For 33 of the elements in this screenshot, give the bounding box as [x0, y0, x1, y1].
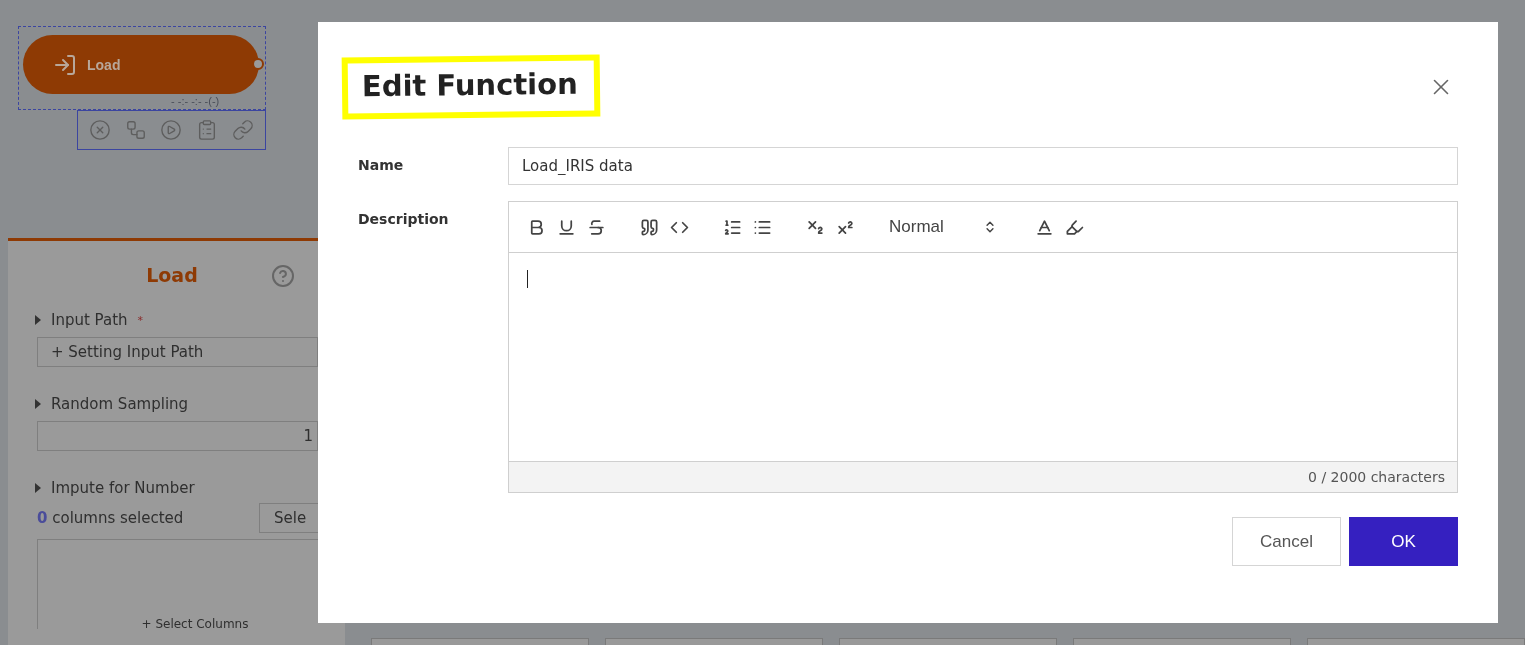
select-columns-button[interactable]: + Select Columns: [141, 618, 249, 631]
selected-count: 0 columns selected: [37, 509, 184, 527]
description-editor[interactable]: Normal 0 / 2000 characters: [508, 201, 1458, 493]
setting-button[interactable]: + Setting Input Path: [37, 337, 318, 367]
background-color-button[interactable]: [1065, 217, 1084, 237]
strikethrough-button[interactable]: [587, 217, 606, 237]
name-field[interactable]: Load_IRIS data: [508, 147, 1458, 185]
output-port[interactable]: [252, 58, 264, 70]
caret-icon[interactable]: [35, 399, 41, 409]
required-mark: *: [137, 313, 144, 327]
import-icon: [53, 52, 77, 77]
caret-icon[interactable]: [35, 483, 41, 493]
node-label: Load: [87, 56, 121, 73]
node-status: - -:- -:- -(-): [171, 95, 220, 107]
text-cursor: [527, 270, 528, 288]
field-label: Description: [358, 210, 450, 229]
quote-button[interactable]: [640, 217, 659, 237]
section-label: Random Sampling: [51, 395, 189, 413]
format-select[interactable]: Normal: [889, 217, 997, 237]
text-color-button[interactable]: [1035, 217, 1054, 237]
section-label: Impute for Number: [51, 479, 195, 497]
character-counter: 0 / 2000 characters: [1308, 469, 1445, 485]
underline-button[interactable]: [557, 217, 576, 237]
panel-title: Load: [146, 264, 198, 286]
up-down-icon: [983, 220, 997, 234]
field-label: Name: [358, 156, 405, 175]
ordered-list-button[interactable]: [723, 217, 742, 237]
ok-button[interactable]: OK: [1349, 517, 1458, 566]
number-field[interactable]: 1: [37, 421, 318, 451]
dialog-title: Edit Function: [341, 54, 601, 120]
caret-icon[interactable]: [35, 315, 41, 325]
section-label: Input Path: [51, 311, 128, 329]
cancel-button[interactable]: Cancel: [1232, 517, 1341, 566]
